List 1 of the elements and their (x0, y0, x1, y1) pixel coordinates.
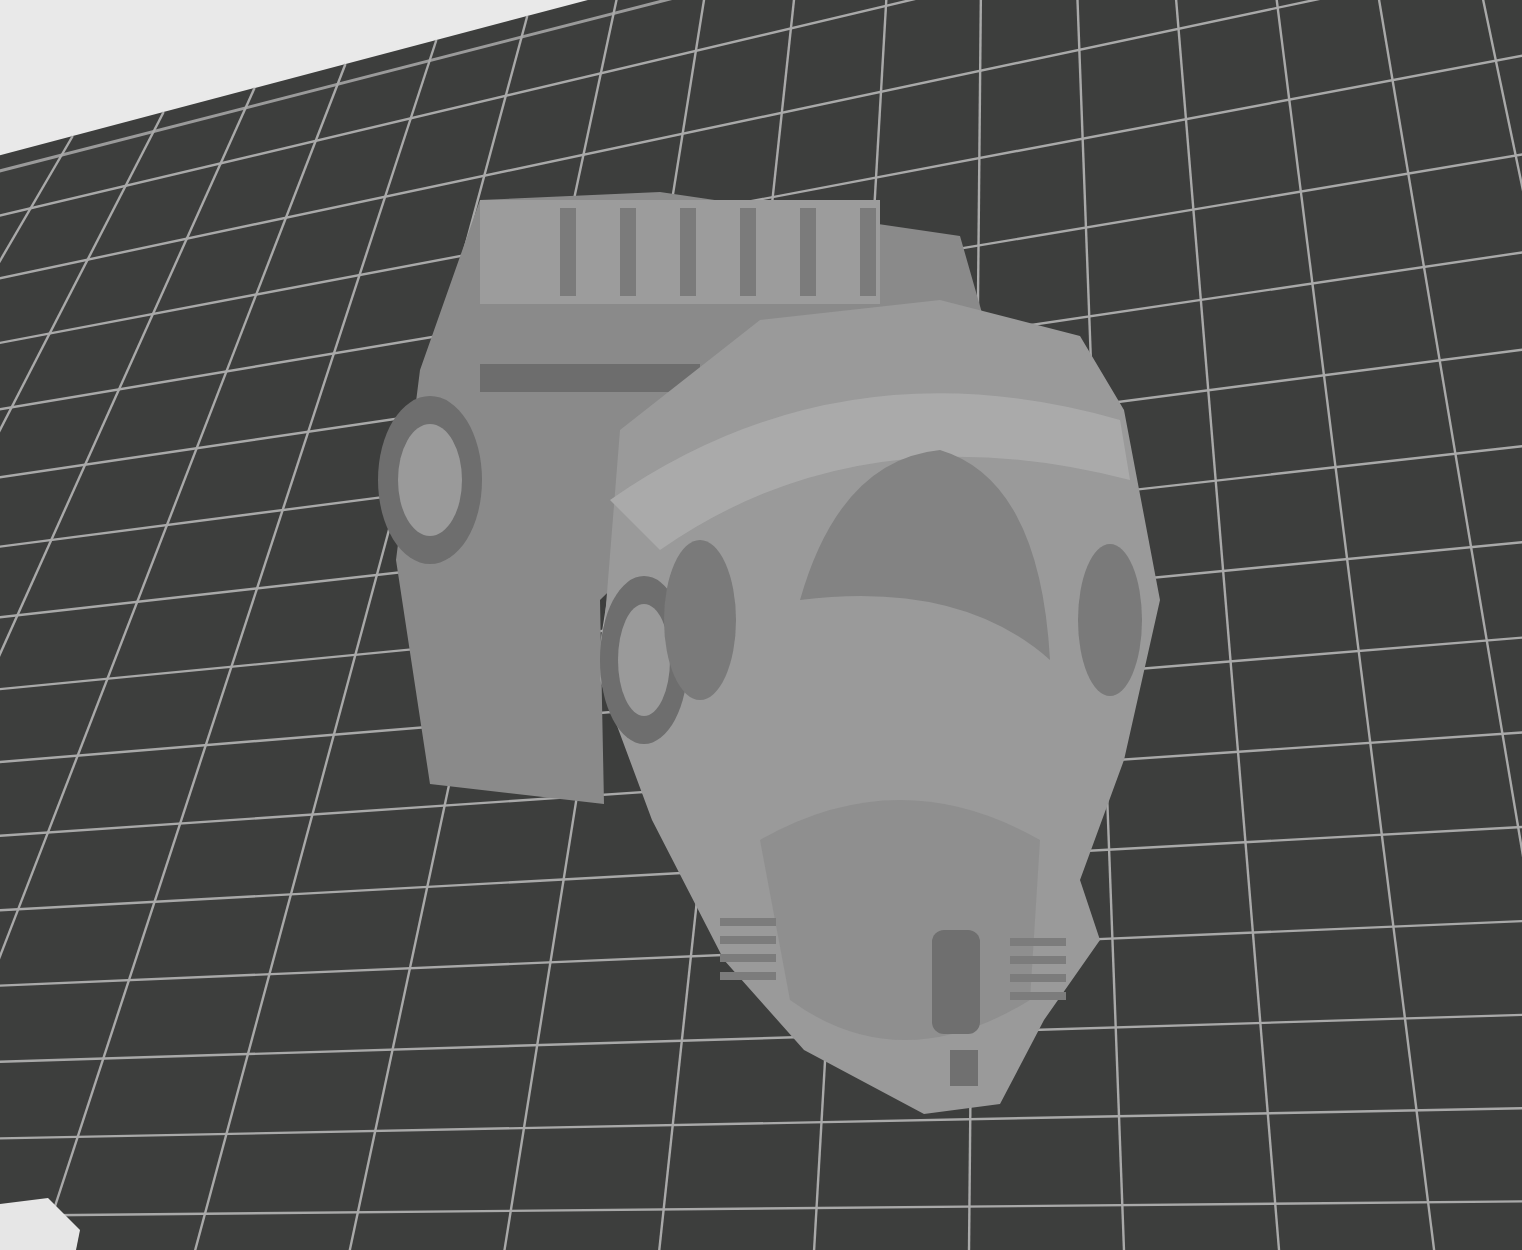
view-cube-icon[interactable] (0, 1198, 80, 1250)
